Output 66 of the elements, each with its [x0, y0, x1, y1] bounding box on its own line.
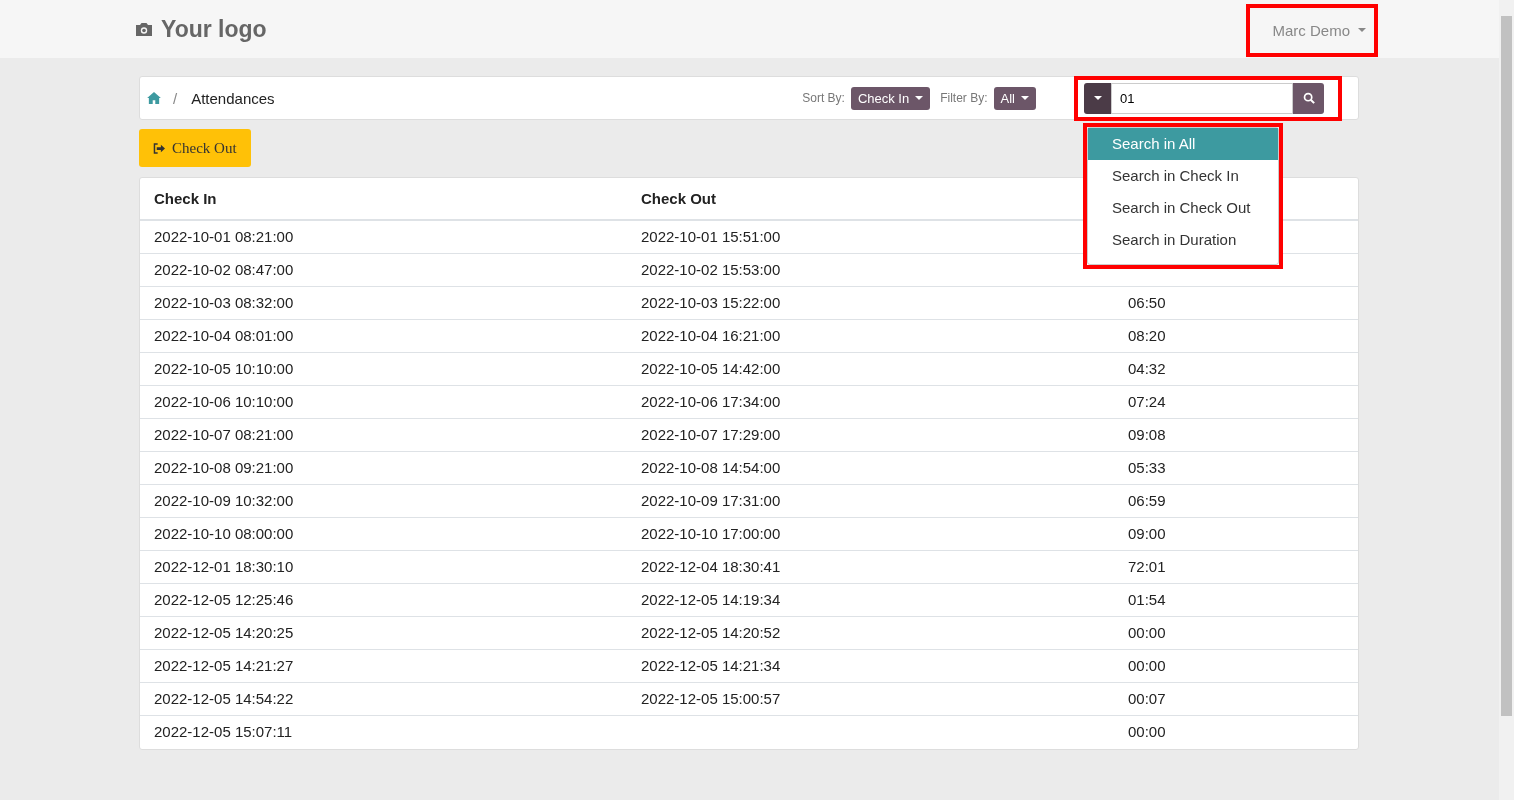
search-icon [1302, 92, 1315, 104]
search-field[interactable]: 01 [1111, 82, 1293, 114]
table-cell: 09:08 [1128, 426, 1166, 443]
table-cell: 2022-12-05 12:25:46 [154, 591, 294, 608]
table-cell: 2022-10-05 14:42:00 [641, 360, 781, 377]
scrollbar[interactable] [1499, 0, 1514, 800]
table-cell: 06:50 [1128, 294, 1166, 311]
filter-label: Filter By: [940, 91, 988, 105]
table-cell: 2022-10-03 08:32:00 [154, 294, 294, 311]
table-cell: 2022-12-05 14:21:34 [641, 657, 781, 674]
breadcrumb-current: Attendances [191, 89, 275, 107]
table-cell: 2022-10-08 14:54:00 [641, 459, 781, 476]
search-button[interactable] [1293, 82, 1324, 114]
search-option[interactable]: Search in Check Out [1088, 191, 1278, 224]
table-cell: 2022-10-01 15:51:00 [641, 228, 781, 245]
table-cell: 2022-12-05 14:20:25 [154, 624, 294, 641]
table-cell: 06:59 [1128, 492, 1166, 509]
table-cell: 2022-10-06 17:34:00 [641, 393, 781, 410]
sign-out-icon [153, 142, 166, 154]
table-cell: 2022-10-02 15:53:00 [641, 261, 781, 278]
table-cell: 2022-10-03 15:22:00 [641, 294, 781, 311]
sort-label: Sort By: [802, 91, 845, 105]
table-cell: 2022-12-04 18:30:41 [641, 558, 781, 575]
logo-text: Your logo [161, 15, 267, 43]
column-header: Check In [153, 189, 218, 209]
table-cell: 2022-10-01 08:21:00 [154, 228, 294, 245]
table-cell: 00:00 [1128, 624, 1166, 641]
table-cell: 2022-10-09 17:31:00 [641, 492, 781, 509]
table-cell: 00:00 [1128, 657, 1166, 674]
filter-dropdown[interactable]: All [993, 86, 1036, 110]
table-cell: 08:20 [1128, 327, 1166, 344]
table-cell: 05:33 [1128, 459, 1166, 476]
breadcrumb-separator: / [173, 89, 178, 107]
table-cell: 2022-12-05 14:19:34 [641, 591, 781, 608]
table-cell: 2022-10-02 08:47:00 [154, 261, 294, 278]
table-cell: 01:54 [1128, 591, 1166, 608]
sort-dropdown[interactable]: Check In [850, 86, 931, 110]
table-cell: 00:00 [1128, 723, 1166, 740]
table-cell: 2022-10-10 08:00:00 [154, 525, 294, 542]
table-cell: 2022-12-05 14:21:27 [154, 657, 294, 674]
table-cell: 04:32 [1128, 360, 1166, 377]
table-cell: 2022-12-05 14:20:52 [641, 624, 781, 641]
table-cell: 2022-10-09 10:32:00 [154, 492, 294, 509]
home-icon[interactable] [147, 92, 161, 104]
column-header: Check Out [640, 189, 717, 209]
table-cell: 2022-12-05 15:07:11 [154, 723, 293, 740]
table-cell: 2022-10-08 09:21:00 [154, 459, 294, 476]
table-cell: 09:00 [1128, 525, 1166, 542]
search-options-toggle[interactable] [1084, 82, 1111, 114]
table-cell: 2022-12-01 18:30:10 [154, 558, 294, 575]
table-cell: 2022-10-07 08:21:00 [154, 426, 294, 443]
table-cell: 72:01 [1128, 558, 1166, 575]
table-cell: 2022-10-04 16:21:00 [641, 327, 781, 344]
table-cell: 07:24 [1128, 393, 1166, 410]
table-cell: 00:07 [1128, 690, 1166, 707]
search-option[interactable]: Search in Duration [1088, 223, 1278, 256]
table-cell: 2022-10-06 10:10:00 [154, 393, 294, 410]
search-option[interactable]: Search in Check In [1088, 159, 1278, 192]
table-cell: 2022-10-04 08:01:00 [154, 327, 294, 344]
table-cell: 2022-10-05 10:10:00 [154, 360, 294, 377]
table-cell: 2022-10-10 17:00:00 [641, 525, 781, 542]
table-cell: 2022-10-07 17:29:00 [641, 426, 781, 443]
table-cell: 2022-12-05 14:54:22 [154, 690, 294, 707]
camera-icon [135, 21, 153, 37]
table-cell: 2022-12-05 15:00:57 [641, 690, 781, 707]
check-out-button[interactable]: Check Out [139, 129, 251, 167]
